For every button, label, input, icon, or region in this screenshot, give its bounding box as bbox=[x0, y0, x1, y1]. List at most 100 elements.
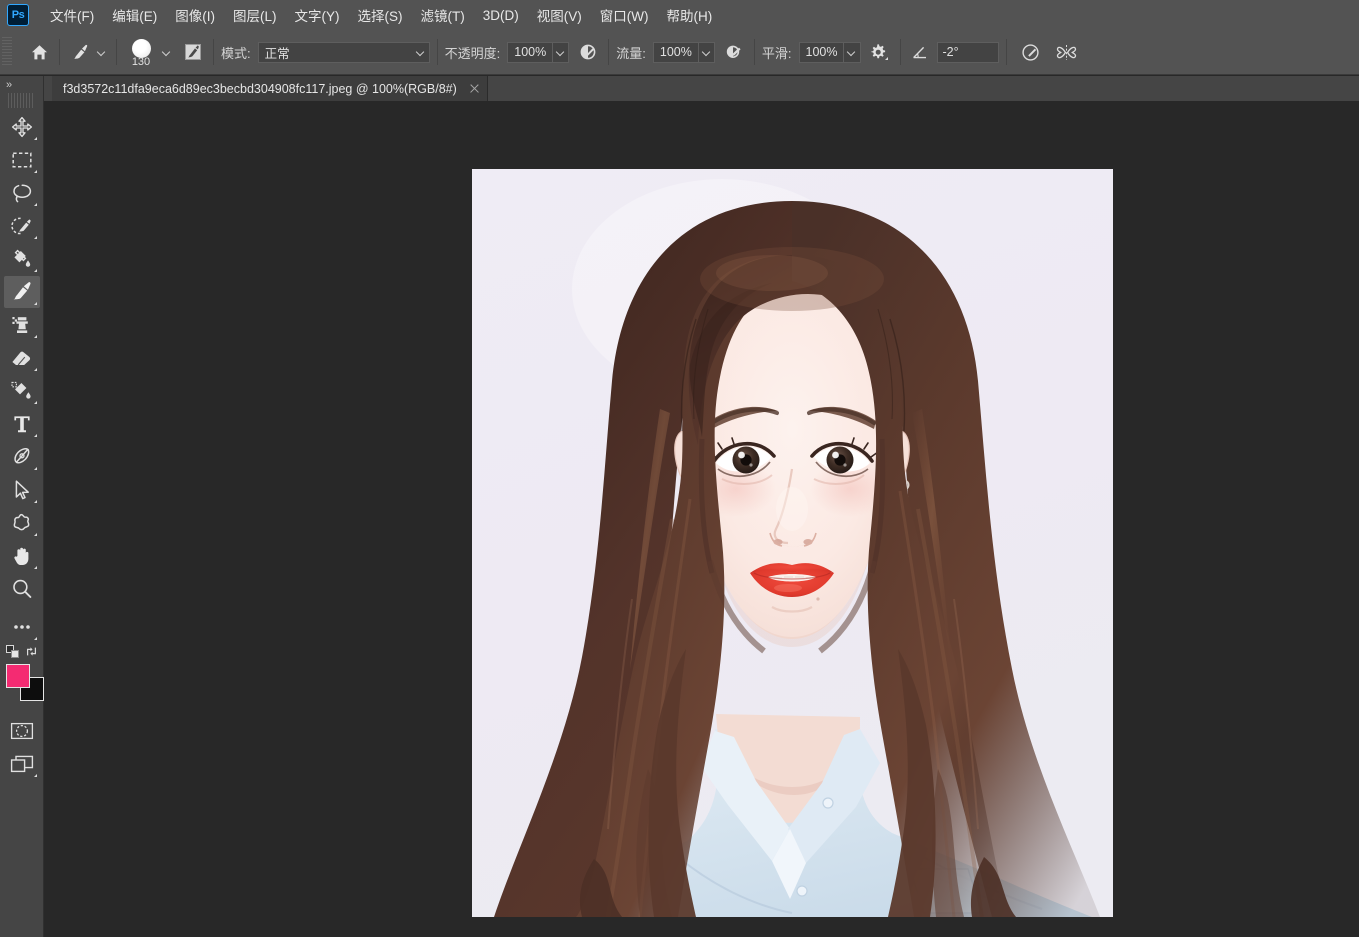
divider bbox=[1006, 39, 1007, 65]
tool-flyout-indicator bbox=[34, 203, 37, 206]
menu-file[interactable]: 文件(F) bbox=[41, 1, 103, 29]
brush-tip-circle-icon bbox=[132, 39, 151, 58]
divider bbox=[608, 39, 609, 65]
tool-flyout-indicator bbox=[34, 434, 37, 437]
menu-help[interactable]: 帮助(H) bbox=[657, 1, 721, 29]
sidebar-item-crop-tool[interactable] bbox=[4, 243, 40, 275]
airbrush-icon[interactable] bbox=[721, 39, 747, 65]
pressure-opacity-icon[interactable] bbox=[575, 39, 601, 65]
sidebar-item-type-tool[interactable] bbox=[4, 408, 40, 440]
mode-label: 模式: bbox=[221, 43, 251, 62]
sidebar-item-edit-toolbar[interactable] bbox=[4, 611, 40, 643]
double-chevron-right-icon[interactable]: » bbox=[0, 76, 43, 93]
tool-preset-picker[interactable] bbox=[67, 39, 93, 65]
sidebar-item-brush-tool[interactable] bbox=[4, 276, 40, 308]
document-canvas[interactable] bbox=[472, 169, 1113, 917]
sidebar-item-rectangular-marquee-tool[interactable] bbox=[4, 144, 40, 176]
tool-flyout-indicator bbox=[34, 500, 37, 503]
foreground-color-swatch[interactable] bbox=[6, 664, 30, 688]
sidebar-item-move-tool[interactable] bbox=[4, 111, 40, 143]
tool-flyout-indicator bbox=[34, 533, 37, 536]
tool-flyout-indicator bbox=[34, 637, 37, 640]
menu-edit[interactable]: 编辑(E) bbox=[103, 1, 166, 29]
menu-select[interactable]: 选择(S) bbox=[349, 1, 412, 29]
smoothing-value: 100% bbox=[800, 43, 844, 62]
sidebar-item-hand-tool[interactable] bbox=[4, 540, 40, 572]
tool-flyout-indicator bbox=[34, 774, 37, 777]
menu-filter[interactable]: 滤镜(T) bbox=[412, 1, 474, 29]
sidebar-item-path-selection-tool[interactable] bbox=[4, 474, 40, 506]
chevron-down-icon bbox=[843, 43, 859, 62]
sidebar-item-pen-tool[interactable] bbox=[4, 441, 40, 473]
tool-flyout-indicator bbox=[34, 170, 37, 173]
divider bbox=[59, 39, 60, 65]
brush-size-value: 130 bbox=[132, 57, 150, 67]
sidebar-item-quick-selection-tool[interactable] bbox=[4, 210, 40, 242]
chevron-down-icon bbox=[413, 43, 429, 62]
menu-type[interactable]: 文字(Y) bbox=[286, 1, 349, 29]
home-icon[interactable] bbox=[26, 39, 52, 65]
tool-flyout-indicator bbox=[34, 269, 37, 272]
menu-bar: Ps 文件(F) 编辑(E) 图像(I) 图层(L) 文字(Y) 选择(S) 滤… bbox=[0, 0, 1359, 30]
tool-flyout-indicator bbox=[34, 302, 37, 305]
brush-angle-value: -2° bbox=[943, 43, 959, 62]
divider bbox=[116, 39, 117, 65]
tool-flyout-indicator bbox=[34, 566, 37, 569]
default-colors-icon[interactable] bbox=[6, 645, 19, 658]
opacity-label: 不透明度: bbox=[445, 43, 501, 62]
angle-icon bbox=[908, 39, 934, 65]
options-bar: 130 模式: 正常 不透明度: 100% 流量: 100% bbox=[0, 30, 1359, 75]
sidebar-item-lasso-tool[interactable] bbox=[4, 177, 40, 209]
quick-mask-icon[interactable] bbox=[4, 715, 40, 747]
document-tab[interactable]: f3d3572c11dfa9eca6d89ec3becbd304908fc117… bbox=[52, 76, 488, 101]
sidebar-item-gradient-tool[interactable] bbox=[4, 375, 40, 407]
tool-flyout-indicator bbox=[34, 467, 37, 470]
opacity-value: 100% bbox=[508, 43, 552, 62]
smoothing-input[interactable]: 100% bbox=[799, 42, 861, 63]
tool-preset-chevron-down-icon[interactable] bbox=[93, 39, 109, 65]
tool-flyout-indicator bbox=[34, 368, 37, 371]
options-bar-grip[interactable] bbox=[2, 37, 12, 67]
divider bbox=[900, 39, 901, 65]
flow-value: 100% bbox=[654, 43, 698, 62]
symmetry-butterfly-icon[interactable] bbox=[1054, 39, 1080, 65]
divider bbox=[213, 39, 214, 65]
pressure-size-icon[interactable] bbox=[1018, 39, 1044, 65]
color-swatches bbox=[0, 645, 44, 707]
menu-view[interactable]: 视图(V) bbox=[528, 1, 591, 29]
sidebar-item-shape-tool[interactable] bbox=[4, 507, 40, 539]
document-tab-title: f3d3572c11dfa9eca6d89ec3becbd304908fc117… bbox=[63, 82, 457, 96]
smoothing-label: 平滑: bbox=[762, 43, 792, 62]
menu-window[interactable]: 窗口(W) bbox=[591, 1, 658, 29]
brush-settings-panel-icon[interactable] bbox=[180, 39, 206, 65]
tool-flyout-indicator bbox=[34, 236, 37, 239]
drag-grip-icon[interactable] bbox=[8, 93, 35, 108]
divider bbox=[437, 39, 438, 65]
brush-picker-chevron-down-icon[interactable] bbox=[158, 39, 174, 65]
menu-3d[interactable]: 3D(D) bbox=[474, 4, 528, 27]
sidebar-item-eraser-tool[interactable] bbox=[4, 342, 40, 374]
sidebar-item-clone-stamp-tool[interactable] bbox=[4, 309, 40, 341]
portrait-photo-of-woman bbox=[472, 169, 1113, 917]
gear-icon[interactable] bbox=[867, 39, 893, 65]
blend-mode-select[interactable]: 正常 bbox=[258, 42, 430, 63]
photoshop-logo-icon: Ps bbox=[7, 4, 29, 26]
menu-layer[interactable]: 图层(L) bbox=[224, 1, 286, 29]
sidebar-item-zoom-tool[interactable] bbox=[4, 573, 40, 605]
opacity-input[interactable]: 100% bbox=[507, 42, 569, 63]
close-icon[interactable] bbox=[468, 83, 480, 95]
brush-angle-input[interactable]: -2° bbox=[937, 42, 999, 63]
divider bbox=[754, 39, 755, 65]
canvas-workspace[interactable] bbox=[44, 101, 1359, 937]
flow-label: 流量: bbox=[616, 43, 646, 62]
swap-colors-icon[interactable] bbox=[25, 645, 38, 658]
blend-mode-value: 正常 bbox=[259, 43, 296, 62]
menu-image[interactable]: 图像(I) bbox=[166, 1, 224, 29]
screen-mode-icon[interactable] bbox=[4, 748, 40, 780]
flow-input[interactable]: 100% bbox=[653, 42, 715, 63]
chevron-down-icon bbox=[698, 43, 714, 62]
brush-preset-picker[interactable]: 130 bbox=[124, 38, 158, 67]
tool-flyout-indicator bbox=[34, 137, 37, 140]
tool-flyout-indicator bbox=[34, 335, 37, 338]
tools-panel: » bbox=[0, 76, 44, 937]
